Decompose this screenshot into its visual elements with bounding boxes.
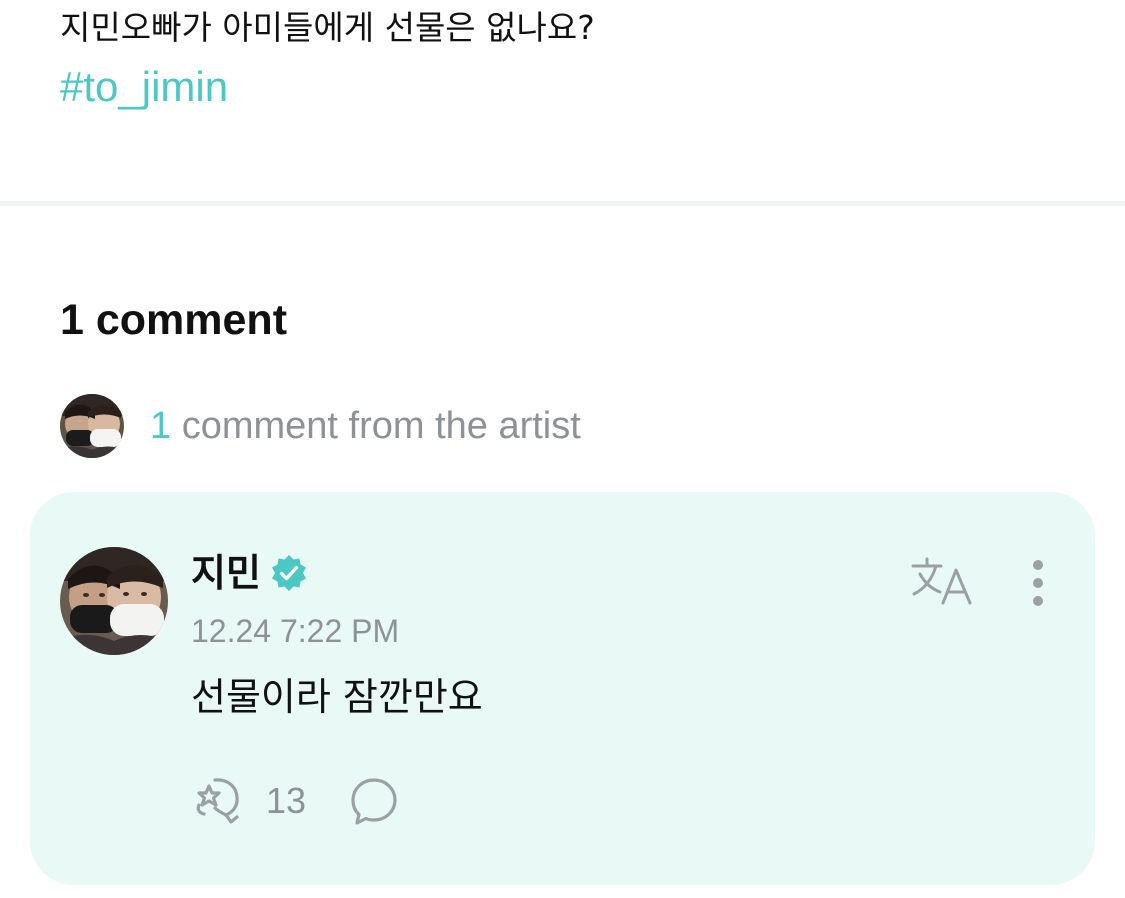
more-vertical-icon[interactable] [1026, 558, 1050, 610]
translate-icon[interactable] [910, 556, 974, 608]
artist-comments-filter[interactable]: 1 comment from the artist [60, 394, 581, 458]
commenter-avatar[interactable] [60, 547, 168, 655]
comment-author-name: 지민 [191, 551, 261, 595]
comment-count-heading: 1 comment [60, 296, 288, 344]
like-icon[interactable] [191, 775, 247, 827]
verified-badge-icon [271, 555, 306, 591]
comment-author[interactable]: 지민 [191, 550, 309, 596]
artist-comment-summary: 1 comment from the artist [150, 404, 581, 448]
reply-bubble-icon[interactable] [348, 776, 400, 828]
artist-comment-count: 1 [150, 405, 172, 447]
artist-mini-avatar [60, 394, 124, 458]
artist-comment-label: comment from the artist [171, 405, 581, 447]
post-hashtag[interactable]: #to_jimin [60, 62, 228, 112]
post-text: 지민오빠가 아미들에게 선물은 없나요? [60, 8, 595, 47]
comment-text: 선물이라 잠깐만요 [191, 675, 483, 719]
artist-comment-card: 지민 12.24 7:22 PM 선물이라 잠깐만요 13 [30, 492, 1095, 885]
like-count: 13 [266, 780, 307, 821]
comment-timestamp: 12.24 7:22 PM [191, 613, 400, 649]
section-divider [0, 201, 1125, 206]
